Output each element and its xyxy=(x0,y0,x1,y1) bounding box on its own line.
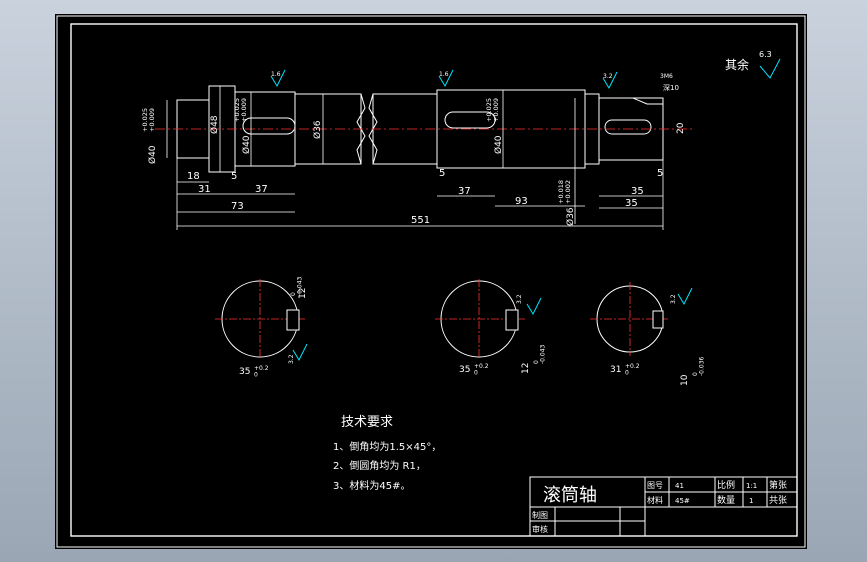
roughness-default-label: 其余 xyxy=(725,57,749,72)
part-name: 滚筒轴 xyxy=(543,485,597,506)
section-3-key-width: 10 xyxy=(680,374,690,386)
dim-18: 18 xyxy=(187,171,200,182)
section-1-depth-tol: +0.2 0 xyxy=(254,365,269,379)
roughness-default-value: 6.3 xyxy=(759,50,772,59)
section-3-depth: 31 xyxy=(610,365,621,375)
drawing-no-label: 图号 xyxy=(647,481,663,490)
dim-dia40-mid-tol: +0.025+0.009 xyxy=(233,98,248,122)
section-1-key-width-tol: 0-0.043 xyxy=(290,276,304,296)
dim-5b: 5 xyxy=(439,168,445,179)
section-3-rough: 3.2 xyxy=(670,294,677,304)
dim-hole-depth: 深10 xyxy=(663,83,679,92)
dim-5c: 5 xyxy=(657,168,663,179)
dim-37a: 37 xyxy=(255,184,268,195)
drawing-svg: 其余 6.3 Ø40 +0.025+0.009 Ø48 Ø40 +0.025+0… xyxy=(56,15,806,548)
material-label: 材料 xyxy=(647,495,663,505)
tech-req-item-3: 3、材料为45#。 xyxy=(333,479,410,492)
dim-thread: 3M6 xyxy=(660,73,673,80)
dim-20: 20 xyxy=(676,122,686,134)
dim-dia40-mid: Ø40 xyxy=(241,135,252,154)
material-value: 45# xyxy=(675,497,690,505)
drawn-label: 制图 xyxy=(532,510,548,520)
dim-dia40-left-tol: +0.025+0.009 xyxy=(141,108,156,132)
cad-window: 其余 6.3 Ø40 +0.025+0.009 Ø48 Ø40 +0.025+0… xyxy=(0,0,867,562)
section-2-depth-tol: +0.2 0 xyxy=(474,363,489,377)
scale-value: 1:1 xyxy=(746,482,757,490)
section-3-key-width-tol: 0-0.036 xyxy=(692,356,706,376)
dim-dia36-right-tol: +0.018+0.002 xyxy=(557,180,572,204)
dim-dia48: Ø48 xyxy=(209,115,220,134)
dim-73: 73 xyxy=(231,201,244,212)
tech-req-item-2: 2、倒圆角均为 R1， xyxy=(333,460,426,472)
tech-req-title: 技术要求 xyxy=(341,415,393,430)
dim-dia40-right: Ø40 xyxy=(493,135,504,154)
dim-551: 551 xyxy=(411,215,430,226)
dim-dia36-main: Ø36 xyxy=(312,120,323,139)
dim-35a: 35 xyxy=(631,186,644,197)
section-view-1 xyxy=(215,279,308,362)
rough-2: 1.6 xyxy=(439,71,449,78)
dim-31: 31 xyxy=(198,184,211,195)
section-2-key-width: 12 xyxy=(521,363,531,374)
dim-93: 93 xyxy=(515,196,528,207)
checked-label: 审核 xyxy=(532,524,548,534)
dim-dia40-right-tol: +0.025+0.009 xyxy=(485,98,500,122)
dim-37b: 37 xyxy=(458,186,471,197)
dim-5a: 5 xyxy=(231,171,237,182)
section-3-depth-tol: +0.2 0 xyxy=(625,363,640,377)
roughness-symbol xyxy=(759,58,781,79)
rough-1: 1.6 xyxy=(271,71,281,78)
tech-req-item-1: 1、倒角均为1.5×45°， xyxy=(333,441,441,453)
diameter-dims xyxy=(166,86,576,224)
section-view-3 xyxy=(590,282,693,356)
rough-3: 3.2 xyxy=(603,73,613,80)
outer-border xyxy=(56,15,806,548)
drawing-sheet: 其余 6.3 Ø40 +0.025+0.009 Ø48 Ø40 +0.025+0… xyxy=(55,14,807,549)
section-view-2 xyxy=(435,279,542,359)
qty-value: 1 xyxy=(749,497,753,505)
scale-label: 比例 xyxy=(717,479,735,491)
sheet-label: 第张 xyxy=(769,479,787,491)
section-2-key-width-tol: 0-0.043 xyxy=(533,344,547,364)
sheets-label: 共张 xyxy=(769,495,787,506)
inner-border xyxy=(70,23,798,537)
dim-35b: 35 xyxy=(625,198,638,209)
section-2-rough: 3.2 xyxy=(516,294,523,304)
dim-dia40-left: Ø40 xyxy=(147,145,158,164)
qty-label: 数量 xyxy=(717,494,735,506)
section-1-depth: 35 xyxy=(239,367,250,377)
section-2-depth: 35 xyxy=(459,365,470,375)
dim-dia36-right: Ø36 xyxy=(565,207,576,226)
section-1-rough: 3.2 xyxy=(288,354,295,364)
drawing-no: 41 xyxy=(675,482,684,490)
